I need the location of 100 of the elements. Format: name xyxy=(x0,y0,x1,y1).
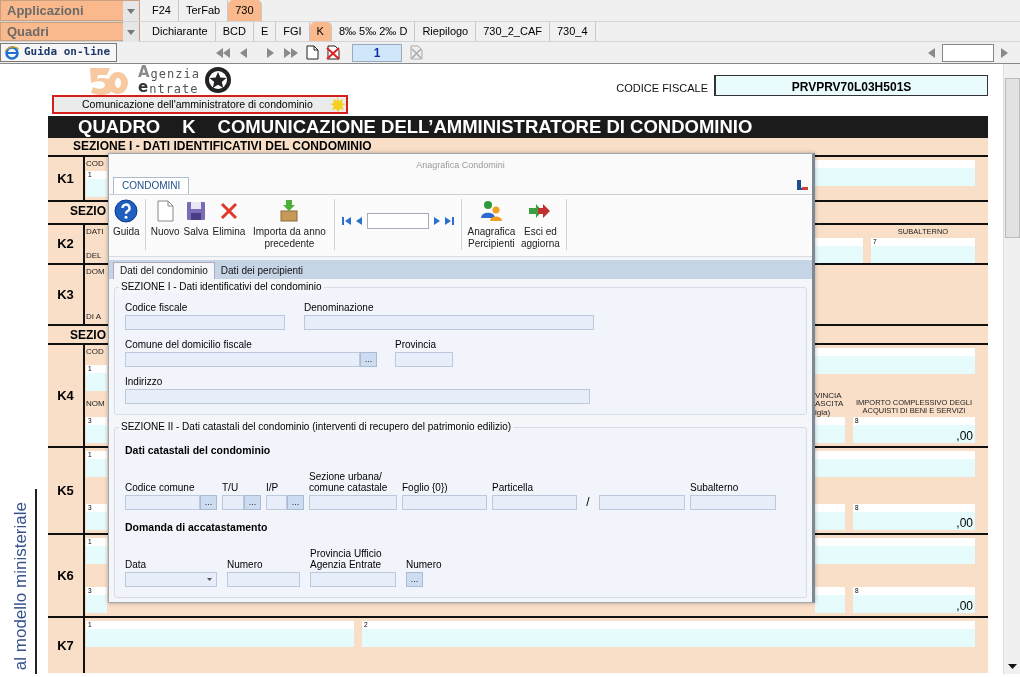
exit-button[interactable]: Esci ed aggiorna xyxy=(517,199,564,249)
field-label: Sezione urbana/ comune catastale xyxy=(309,470,389,493)
caret-icon xyxy=(207,577,212,581)
input-field[interactable] xyxy=(125,315,285,330)
previous-page-icon[interactable] xyxy=(238,45,248,60)
lookup-button[interactable]: ... xyxy=(200,494,217,510)
input-field[interactable] xyxy=(402,494,487,510)
previous-icon[interactable] xyxy=(926,45,936,60)
import-button[interactable]: Importa da anno precedente xyxy=(247,199,332,249)
help-button[interactable]: Guida xyxy=(111,199,142,238)
last-page-icon[interactable] xyxy=(283,45,299,60)
recipients-button[interactable]: Anagrafica Percipienti xyxy=(465,199,518,249)
tax-code-field[interactable]: PRVPRV70L03H501S xyxy=(714,75,988,96)
field-caption: VINCIA xyxy=(815,391,843,401)
page-tab[interactable]: Dati dei percipienti xyxy=(214,263,310,279)
burst-icon xyxy=(328,97,346,112)
ribbon-tab[interactable]: CONDOMINI xyxy=(113,177,190,194)
input-field[interactable] xyxy=(599,494,685,510)
section-tab[interactable]: Dichiarante xyxy=(145,22,216,41)
subsection-heading: Dati catastali del condominio xyxy=(125,443,272,458)
form-title: QUADRO xyxy=(78,117,161,137)
field-caption: ASCITA xyxy=(815,400,845,409)
delete-page-icon[interactable] xyxy=(326,45,341,60)
input-field[interactable] xyxy=(222,494,244,510)
scroll-thumb[interactable] xyxy=(1004,78,1020,238)
people-icon xyxy=(479,199,504,223)
next-page-icon[interactable] xyxy=(266,45,276,60)
form-title: K xyxy=(182,117,196,137)
input-field[interactable] xyxy=(310,571,396,587)
page-number-field[interactable]: 1 xyxy=(352,43,402,62)
lookup-button[interactable]: ... xyxy=(287,494,304,510)
form-field[interactable] xyxy=(815,348,975,374)
input-field[interactable] xyxy=(309,494,397,510)
new-page-icon[interactable] xyxy=(306,45,319,60)
field-label: Comune del domicilio fiscale xyxy=(125,339,253,350)
section-tab[interactable]: K xyxy=(309,22,332,41)
lookup-button[interactable]: ... xyxy=(244,494,261,510)
lookup-button[interactable]: ... xyxy=(406,571,423,587)
window-title: Anagrafica Condomini xyxy=(109,154,812,174)
margin-caption: al modello ministeriale xyxy=(11,501,29,670)
first-page-icon[interactable] xyxy=(215,45,231,60)
page-tab[interactable]: Dati del condominio xyxy=(113,262,215,279)
date-field[interactable] xyxy=(125,571,217,587)
field-label: Numero xyxy=(406,558,442,570)
separator-text: / xyxy=(585,494,591,510)
section-tab[interactable]: 730_4 xyxy=(549,22,596,41)
section-tab[interactable]: 730_2_CAF xyxy=(476,22,550,41)
next-record-icon[interactable] xyxy=(434,216,441,226)
form-field[interactable] xyxy=(815,587,845,613)
form-field[interactable] xyxy=(815,237,863,264)
record-field[interactable] xyxy=(367,213,430,229)
next-icon[interactable] xyxy=(1000,45,1010,60)
last-record-icon[interactable] xyxy=(445,216,455,226)
form-field[interactable] xyxy=(815,451,975,477)
save-button[interactable]: Salva xyxy=(181,199,211,238)
page-field[interactable] xyxy=(942,43,994,62)
form-field[interactable] xyxy=(815,504,845,530)
section-button[interactable]: Comunicazione dell'amministratore di condominio xyxy=(52,95,348,114)
input-field[interactable] xyxy=(125,352,360,367)
field-value: ,00 xyxy=(956,600,973,612)
field-label: I/P xyxy=(266,481,280,493)
logo-text: e xyxy=(138,80,150,95)
input-field[interactable] xyxy=(492,494,577,510)
form-field[interactable] xyxy=(815,538,975,564)
field-label: Indirizzo xyxy=(125,376,164,387)
input-field[interactable] xyxy=(395,352,453,367)
input-field[interactable] xyxy=(304,315,594,330)
form-field[interactable] xyxy=(815,160,975,186)
help-icon xyxy=(114,199,139,223)
section-tab[interactable]: E xyxy=(253,22,277,41)
app-tab[interactable]: F24 xyxy=(145,0,179,21)
delete-button[interactable]: Elimina xyxy=(210,199,248,238)
lookup-button[interactable]: ... xyxy=(360,352,377,367)
browser-icon xyxy=(5,45,19,60)
first-record-icon[interactable] xyxy=(342,216,352,226)
section-legend: SEZIONE I - Dati identificativi del condominio xyxy=(119,281,324,293)
input-field[interactable] xyxy=(690,494,776,510)
input-field[interactable] xyxy=(227,571,300,587)
section-heading: SEZIO xyxy=(69,203,106,220)
help-button[interactable]: Guida on-line xyxy=(0,43,117,62)
logo-text: ntrate xyxy=(149,83,199,95)
form-title: COMUNICAZIONE DELL’AMMINISTRATORE DI CONDOMINIO xyxy=(217,117,753,137)
subsection-heading: Domanda di accatastamento xyxy=(125,519,269,535)
field-label: Provincia Ufficio Agenzia Entrate xyxy=(310,547,383,570)
field-label: Denominazione xyxy=(304,302,375,313)
app-tab[interactable]: 730 xyxy=(228,0,262,21)
new-button[interactable]: Nuovo xyxy=(148,199,182,238)
field-caption: COD xyxy=(86,160,105,169)
field-caption: NOM xyxy=(86,399,106,409)
input-field[interactable] xyxy=(125,494,200,510)
section-tab[interactable]: FGI xyxy=(276,22,310,41)
form-field[interactable] xyxy=(815,417,845,443)
input-field[interactable] xyxy=(266,494,287,510)
field-label: T/U xyxy=(222,481,240,493)
section-tab[interactable]: 8‰ 5‰ 2‰ D xyxy=(331,22,416,41)
input-field[interactable] xyxy=(125,389,590,404)
section-tab[interactable]: BCD xyxy=(215,22,254,41)
previous-record-icon[interactable] xyxy=(356,216,363,226)
section-tab[interactable]: Riepilogo xyxy=(415,22,477,41)
field-label: Foglio {0}) xyxy=(402,481,449,493)
